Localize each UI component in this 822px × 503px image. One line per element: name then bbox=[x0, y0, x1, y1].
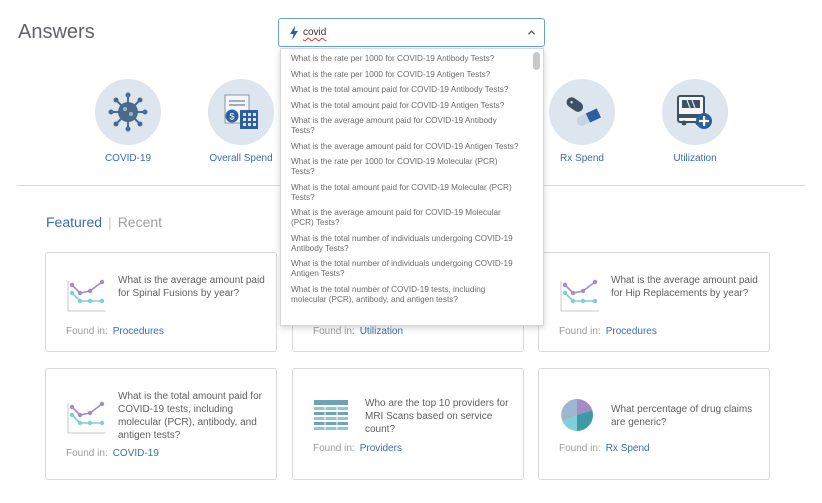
found-in-label: Found in: bbox=[66, 326, 108, 337]
card-category-link[interactable]: Utilization bbox=[360, 326, 403, 337]
card-question[interactable]: What is the total amount paid for COVID-… bbox=[118, 390, 266, 442]
suggestion-item[interactable]: What is the total amount paid for COVID-… bbox=[281, 101, 531, 111]
suggestion-item[interactable]: What is the total amount paid for COVID-… bbox=[281, 85, 531, 95]
card-category-link[interactable]: Rx Spend bbox=[606, 443, 650, 454]
dropdown-scrollbar-thumb[interactable] bbox=[533, 52, 540, 70]
pills-icon bbox=[566, 97, 601, 126]
card-question[interactable]: What percentage of drug claims are gener… bbox=[611, 403, 759, 429]
found-in-label: Found in: bbox=[66, 448, 108, 459]
category-label[interactable]: COVID-19 bbox=[83, 153, 173, 164]
card-question[interactable]: Who are the top 10 providers for MRI Sca… bbox=[365, 397, 513, 436]
spend-icon: $ bbox=[224, 94, 258, 129]
card-question[interactable]: What is the average amount paid for Spin… bbox=[118, 274, 266, 300]
card-found-in: Found in: Procedures bbox=[66, 326, 164, 337]
table-icon bbox=[314, 400, 348, 430]
suggestion-item[interactable]: What is the rate per 1000 for COVID-19 A… bbox=[281, 54, 531, 64]
card-found-in: Found in: Utilization bbox=[313, 326, 403, 337]
category-utilization[interactable]: Utilization bbox=[650, 79, 740, 164]
found-in-label: Found in: bbox=[313, 326, 355, 337]
pie-chart-icon bbox=[561, 399, 594, 431]
suggestion-item[interactable]: What is the average amount paid for COVI… bbox=[281, 116, 531, 136]
found-in-label: Found in: bbox=[559, 326, 601, 337]
ambulance-icon bbox=[677, 95, 712, 129]
answer-card[interactable]: What percentage of drug claims are gener… bbox=[538, 368, 770, 480]
card-category-link[interactable]: Providers bbox=[360, 443, 402, 454]
category-rx-spend[interactable]: Rx Spend bbox=[537, 79, 627, 164]
search-suggestions-dropdown: What is the rate per 1000 for COVID-19 A… bbox=[280, 48, 544, 326]
page-title: Answers bbox=[18, 21, 95, 43]
category-overall-spend[interactable]: $ Overall Spend bbox=[196, 79, 286, 164]
suggestion-item[interactable]: What is the rate per 1000 for COVID-19 A… bbox=[281, 70, 531, 80]
answer-card[interactable]: What is the average amount paid for Spin… bbox=[45, 252, 277, 352]
svg-text:$: $ bbox=[229, 112, 234, 122]
dropdown-scrollbar[interactable] bbox=[533, 51, 541, 323]
suggestion-item[interactable]: What is the average amount paid for COVI… bbox=[281, 208, 531, 228]
line-chart-icon bbox=[560, 279, 599, 312]
card-found-in: Found in: Rx Spend bbox=[559, 443, 650, 454]
suggestion-item[interactable]: What is the total number of COVID-19 tes… bbox=[281, 285, 531, 305]
line-chart-icon bbox=[67, 401, 106, 434]
answer-card[interactable]: What is the total amount paid for COVID-… bbox=[45, 368, 277, 480]
answer-card[interactable]: What is the average amount paid for Hip … bbox=[538, 252, 770, 352]
suggestion-item[interactable]: What is the total number of individuals … bbox=[281, 234, 531, 254]
suggestion-item[interactable]: What is the total amount paid for COVID-… bbox=[281, 183, 531, 203]
category-label[interactable]: Overall Spend bbox=[196, 153, 286, 164]
card-found-in: Found in: Procedures bbox=[559, 326, 657, 337]
card-category-link[interactable]: COVID-19 bbox=[113, 448, 159, 459]
tab-featured[interactable]: Featured bbox=[46, 214, 102, 230]
tab-separator: | bbox=[108, 214, 112, 230]
found-in-label: Found in: bbox=[313, 443, 355, 454]
lightning-icon bbox=[290, 26, 298, 40]
category-circle bbox=[95, 79, 161, 145]
card-category-link[interactable]: Procedures bbox=[113, 326, 164, 337]
category-label[interactable]: Utilization bbox=[650, 153, 740, 164]
category-covid-19[interactable]: COVID-19 bbox=[83, 79, 173, 164]
category-circle bbox=[662, 79, 728, 145]
suggestion-item[interactable]: What is the rate per 1000 for COVID-19 M… bbox=[281, 157, 531, 177]
card-found-in: Found in: Providers bbox=[313, 443, 402, 454]
found-in-label: Found in: bbox=[559, 443, 601, 454]
category-circle: $ bbox=[208, 79, 274, 145]
category-label[interactable]: Rx Spend bbox=[537, 153, 627, 164]
suggestion-item[interactable]: What is the average amount paid for COVI… bbox=[281, 142, 531, 152]
category-circle bbox=[549, 79, 615, 145]
suggestions-list: What is the rate per 1000 for COVID-19 A… bbox=[281, 49, 531, 310]
search-query-text[interactable]: covid bbox=[303, 27, 326, 38]
answer-card[interactable]: Who are the top 10 providers for MRI Sca… bbox=[292, 368, 524, 480]
card-category-link[interactable]: Procedures bbox=[606, 326, 657, 337]
tab-bar: Featured | Recent bbox=[46, 214, 162, 230]
search-input[interactable]: covid bbox=[278, 18, 545, 47]
suggestion-item[interactable]: What is the total number of individuals … bbox=[281, 259, 531, 279]
chevron-up-icon[interactable] bbox=[527, 28, 536, 37]
tab-recent[interactable]: Recent bbox=[118, 214, 162, 230]
line-chart-icon bbox=[67, 279, 106, 312]
card-question[interactable]: What is the average amount paid for Hip … bbox=[611, 274, 759, 300]
card-found-in: Found in: COVID-19 bbox=[66, 448, 159, 459]
virus-icon bbox=[108, 92, 148, 132]
